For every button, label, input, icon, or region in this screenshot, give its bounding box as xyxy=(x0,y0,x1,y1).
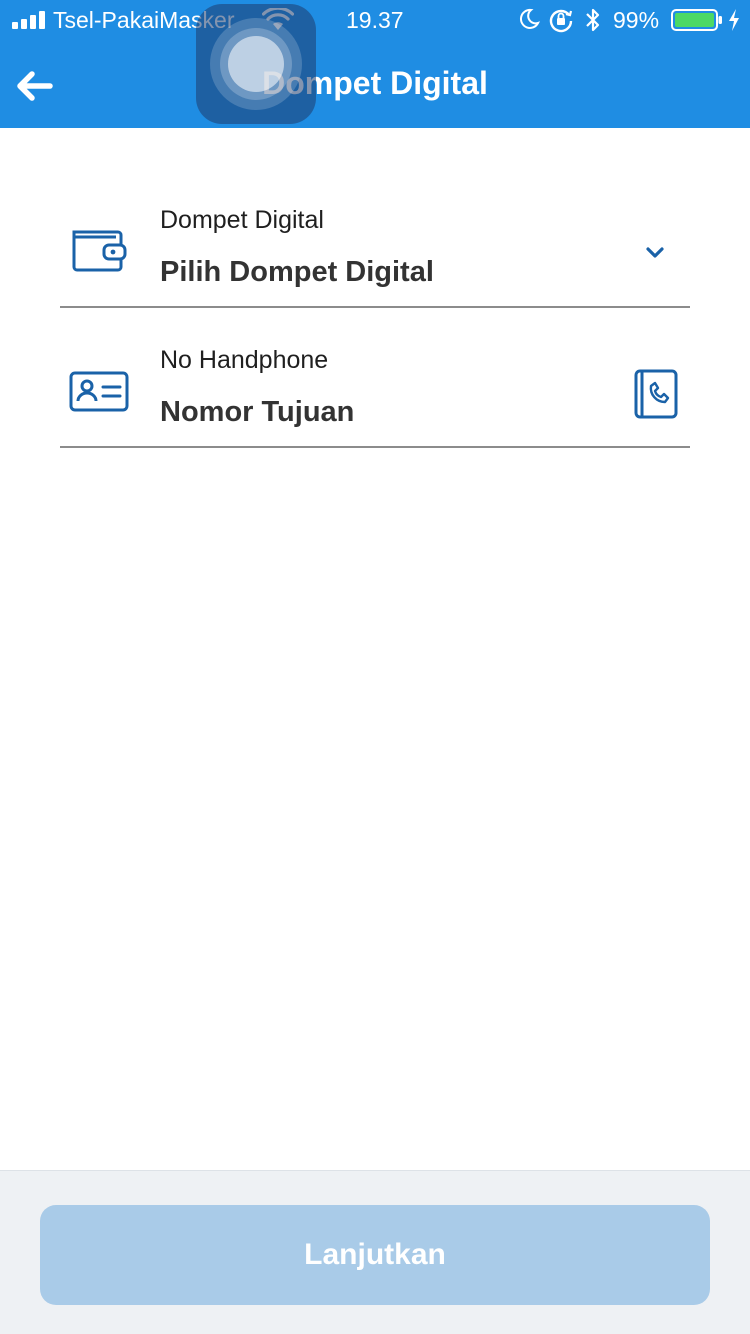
chevron-down-icon[interactable] xyxy=(638,240,672,266)
phone-input[interactable]: Nomor Tujuan xyxy=(160,396,354,429)
footer-bar: Lanjutkan xyxy=(0,1170,750,1334)
charging-icon xyxy=(729,9,739,31)
phonebook-icon[interactable] xyxy=(630,368,680,420)
id-card-icon xyxy=(69,371,129,412)
assistive-touch-button[interactable] xyxy=(196,4,316,124)
phone-number-field[interactable]: No Handphone Nomor Tujuan xyxy=(60,308,690,448)
battery-percent: 99% xyxy=(613,7,660,33)
clock: 19.37 xyxy=(346,7,404,33)
page-title: Dompet Digital xyxy=(262,65,488,101)
nav-bar: Dompet Digital xyxy=(0,40,750,128)
rotation-lock-icon xyxy=(549,9,573,33)
battery-icon xyxy=(671,9,722,31)
wallet-field-value: Pilih Dompet Digital xyxy=(160,256,434,288)
wallet-field-label: Dompet Digital xyxy=(160,206,324,234)
phone-field-label: No Handphone xyxy=(160,346,329,374)
app-header: Tsel-PakaiMasker 19.37 99% Dompet Digita… xyxy=(0,0,750,128)
continue-button[interactable]: Lanjutkan xyxy=(40,1205,710,1305)
signal-icon xyxy=(12,11,46,29)
moon-icon xyxy=(519,8,540,29)
status-bar: Tsel-PakaiMasker 19.37 99% xyxy=(0,0,750,40)
wallet-icon xyxy=(72,230,127,272)
wallet-select-field[interactable]: Dompet Digital Pilih Dompet Digital xyxy=(60,168,690,308)
bluetooth-icon xyxy=(586,8,600,32)
